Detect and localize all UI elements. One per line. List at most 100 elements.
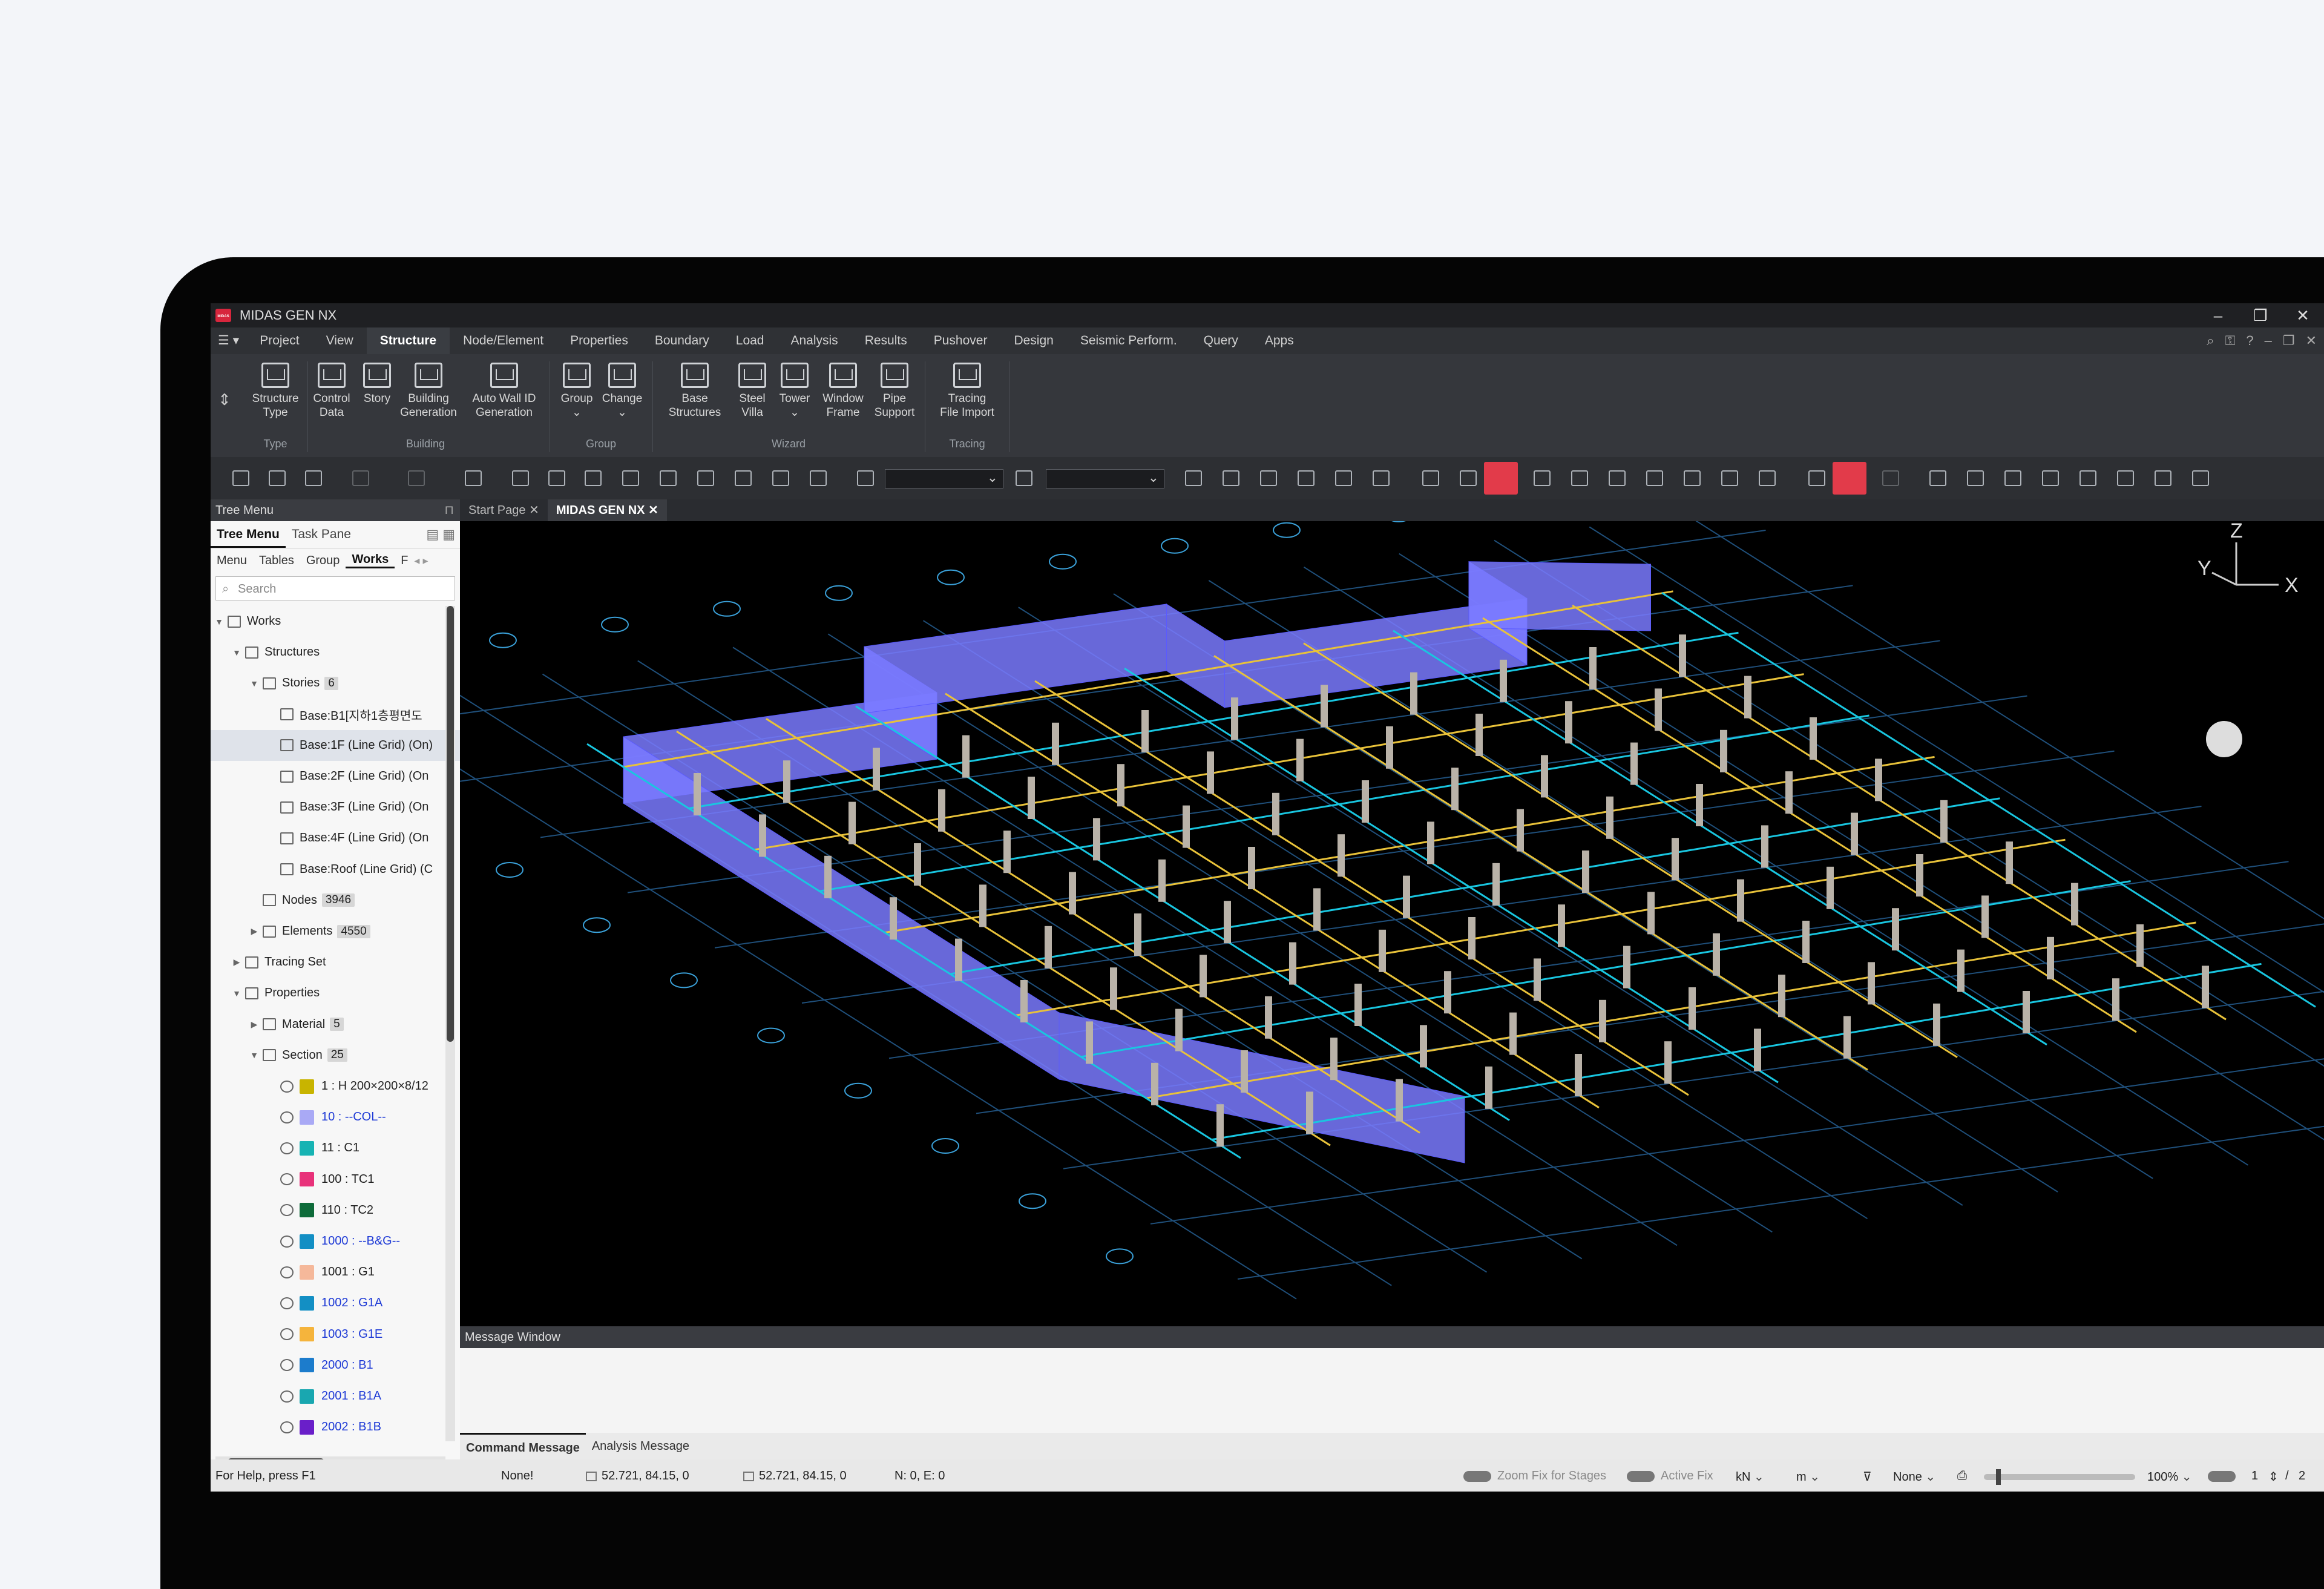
view-cube-icon[interactable] (2206, 721, 2242, 757)
select-all-icon[interactable] (772, 470, 789, 486)
selection-dropdown-1[interactable] (885, 469, 1003, 489)
toggle-switch[interactable] (2208, 1471, 2236, 1482)
tab-midas-gen-nx[interactable]: MIDAS GEN NX ✕ (548, 499, 667, 521)
force-unit-select[interactable]: kN (1736, 1469, 1764, 1484)
message-window-body[interactable] (460, 1348, 2324, 1433)
zoom-fix-toggle[interactable]: Zoom Fix for Stages (1463, 1469, 1606, 1483)
active-fix-toggle[interactable]: Active Fix (1627, 1469, 1713, 1483)
view-left-icon[interactable] (1260, 470, 1277, 486)
change-button[interactable]: Change⌄ (598, 363, 646, 419)
toggle-switch[interactable] (1463, 1471, 1491, 1482)
menu-boundary[interactable]: Boundary (642, 327, 723, 354)
story-button[interactable]: Story (359, 363, 395, 406)
steel-villa-button[interactable]: Steel Villa (731, 363, 773, 419)
pointer-icon[interactable] (1684, 470, 1701, 486)
menu-design[interactable]: Design (1000, 327, 1066, 354)
menu-properties[interactable]: Properties (557, 327, 642, 354)
expand-icon[interactable]: ▶ (249, 1019, 259, 1030)
unselect-icon[interactable] (810, 470, 827, 486)
node-display-icon[interactable] (1609, 470, 1626, 486)
view-iso-icon[interactable] (1373, 470, 1390, 486)
model-viewport[interactable]: ZXY (460, 521, 2324, 1326)
collapse-icon[interactable]: ▼ (249, 679, 259, 688)
collapse-icon[interactable]: ▼ (232, 989, 241, 998)
length-unit-select[interactable]: m (1796, 1469, 1820, 1484)
view-back-icon[interactable] (1223, 470, 1239, 486)
tree-item[interactable]: Base:2F (Line Grid) (On (211, 761, 503, 792)
selection-dropdown-2[interactable] (1046, 469, 1164, 489)
tree-item[interactable]: ▶Tracing Set (211, 947, 468, 978)
zoom-out-icon[interactable] (1967, 470, 1984, 486)
subtab-scroll-icon[interactable]: ◂ ▸ (414, 554, 428, 567)
filter-icon[interactable]: ⊽ (1863, 1469, 1872, 1484)
search-icon[interactable]: ⌕ (2207, 333, 2214, 349)
tree-item[interactable]: ▼Section25 (211, 1040, 485, 1071)
tower-button[interactable]: Tower⌄ (773, 363, 816, 419)
menu-query[interactable]: Query (1190, 327, 1252, 354)
menu-analysis[interactable]: Analysis (777, 327, 851, 354)
page-toggle[interactable] (2208, 1469, 2242, 1483)
filter-select[interactable]: None (1893, 1469, 1935, 1484)
scrollbar-thumb[interactable] (447, 606, 454, 1042)
restore-icon[interactable]: ❐ (2239, 303, 2282, 327)
select-previous-icon[interactable] (735, 470, 752, 486)
auto-wall-id-button[interactable]: Auto Wall ID Generation (465, 363, 543, 419)
window-frame-button[interactable]: Window Frame (816, 363, 870, 419)
select-icon[interactable] (512, 470, 529, 486)
select-window-icon[interactable] (548, 470, 565, 486)
close-icon[interactable]: ✕ (2282, 303, 2324, 327)
toggle-switch[interactable] (1627, 1471, 1655, 1482)
tree-item[interactable]: ▼Works (211, 606, 450, 637)
page-current[interactable]: 1 (2251, 1469, 2258, 1483)
zoom-select[interactable]: 100% (2147, 1469, 2191, 1484)
active-layer-icon[interactable] (1484, 462, 1518, 495)
tab-analysis-message[interactable]: Analysis Message (586, 1433, 695, 1459)
menu-structure[interactable]: Structure (367, 327, 450, 354)
pan-icon[interactable] (2079, 470, 2096, 486)
pipe-support-button[interactable]: Pipe Support (870, 363, 919, 419)
lock-icon[interactable] (1833, 462, 1866, 495)
rotate-icon[interactable] (2042, 470, 2059, 486)
building-generation-button[interactable]: Building Generation (395, 363, 462, 419)
group-button[interactable]: Group⌄ (556, 363, 598, 419)
redo-icon[interactable] (408, 470, 425, 486)
tree-item[interactable]: ▶Material5 (211, 1009, 485, 1040)
menu-results[interactable]: Results (852, 327, 921, 354)
pointer-alt-icon[interactable] (1721, 470, 1738, 486)
save-file-icon[interactable] (305, 470, 322, 486)
tree-item[interactable]: Base:1F (Line Grid) (On) (211, 730, 503, 761)
subtab-menu[interactable]: Menu (211, 554, 253, 568)
tree-search-input[interactable]: Search (215, 576, 455, 600)
new-file-icon[interactable] (232, 470, 249, 486)
view-front-icon[interactable] (1185, 470, 1202, 486)
subtab-group[interactable]: Group (300, 554, 346, 568)
select-intersect-icon[interactable] (622, 470, 639, 486)
menu-seismic-perform[interactable]: Seismic Perform. (1067, 327, 1190, 354)
tree-item[interactable]: ▶Elements4550 (211, 916, 485, 947)
tracing-file-import-button[interactable]: Tracing File Import (931, 363, 1003, 419)
expand-icon[interactable]: ▶ (249, 926, 259, 936)
menu-node-element[interactable]: Node/Element (450, 327, 557, 354)
hamburger-menu-icon[interactable]: ☰ ▾ (211, 327, 246, 354)
tab-task-pane[interactable]: Task Pane (286, 521, 357, 548)
view-right-icon[interactable] (1298, 470, 1315, 486)
tree-item[interactable]: Base:4F (Line Grid) (On (211, 823, 503, 854)
tab-start-page[interactable]: Start Page ✕ (460, 499, 548, 521)
help-icon[interactable]: ? (2246, 333, 2253, 349)
zoom-fit-icon[interactable] (2004, 470, 2021, 486)
key-icon[interactable]: ⚿ (2225, 333, 2236, 349)
snapshot-icon[interactable]: ⎙ (1957, 1469, 1967, 1483)
window-zoom-icon[interactable] (2117, 470, 2134, 486)
element-display-icon[interactable] (1646, 470, 1663, 486)
base-structures-button[interactable]: Base Structures (658, 363, 731, 419)
layout-icon[interactable]: ▤ ▦ (426, 527, 455, 542)
page-stepper-icon[interactable]: ⇕ (2268, 1469, 2279, 1484)
subtab-tables[interactable]: Tables (253, 554, 300, 568)
tab-command-message[interactable]: Command Message (460, 1433, 586, 1459)
tree-item[interactable]: ▼Structures (211, 637, 468, 668)
select-plane-icon[interactable] (660, 470, 677, 486)
select-volume-icon[interactable] (697, 470, 714, 486)
zoom-slider-handle[interactable] (1996, 1469, 2001, 1485)
minimize-icon[interactable]: – (2197, 303, 2239, 327)
tree-item[interactable]: Base:Roof (Line Grid) (C (211, 854, 503, 885)
